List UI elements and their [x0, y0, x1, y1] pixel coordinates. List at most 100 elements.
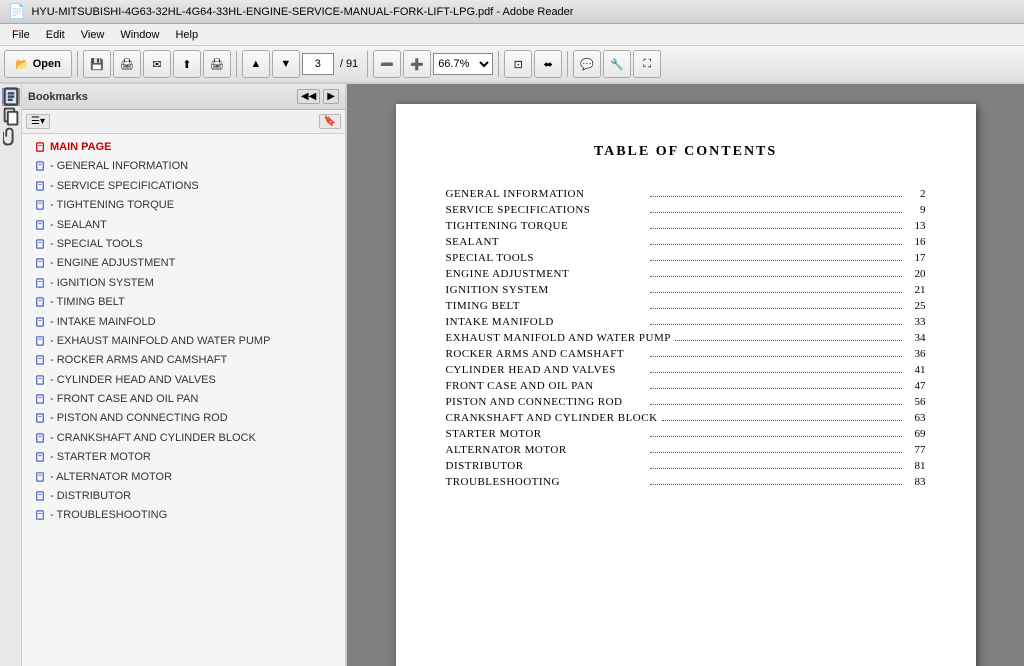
bookmark-label: - TIGHTENING TORQUE — [50, 198, 174, 213]
bookmarks-title: Bookmarks — [28, 91, 88, 103]
bookmark-label: - INTAKE MAINFOLD — [50, 315, 156, 330]
menu-window[interactable]: Window — [112, 27, 167, 43]
toc-dots — [650, 388, 902, 389]
bookmark-icon — [34, 471, 46, 483]
fullscreen-button[interactable]: ⛶ — [633, 50, 661, 78]
bookmark-item[interactable]: - CYLINDER HEAD AND VALVES — [22, 371, 345, 390]
separator-2 — [236, 51, 237, 77]
bookmark-label: - CRANKSHAFT AND CYLINDER BLOCK — [50, 431, 256, 446]
toc-entry: DISTRIBUTOR81 — [446, 460, 926, 472]
bookmark-item[interactable]: - IGNITION SYSTEM — [22, 274, 345, 293]
bookmark-item[interactable]: - TIGHTENING TORQUE — [22, 196, 345, 215]
toc-page-number: 47 — [906, 380, 926, 392]
toc-dots — [650, 324, 902, 325]
toc-dots — [650, 484, 902, 485]
bookmark-item[interactable]: - PISTON AND CONNECTING ROD — [22, 409, 345, 428]
bookmarks-panel: Bookmarks ◀◀ ▶ ☰▾ 🔖 MAIN PAGE - GENERAL I… — [22, 84, 347, 666]
toc-entries: GENERAL INFORMATION2SERVICE SPECIFICATIO… — [446, 188, 926, 488]
find-button[interactable]: 💬 — [573, 50, 601, 78]
menu-help[interactable]: Help — [167, 27, 206, 43]
side-icons-panel — [0, 84, 22, 666]
save-button[interactable]: 💾 — [83, 50, 111, 78]
bookmark-label: - TROUBLESHOOTING — [50, 508, 167, 523]
bookmark-item[interactable]: - FRONT CASE AND OIL PAN — [22, 390, 345, 409]
bookmark-item[interactable]: - DISTRIBUTOR — [22, 487, 345, 506]
toc-dots — [650, 196, 902, 197]
fit-page-button[interactable]: ⊡ — [504, 50, 532, 78]
zoom-out-button[interactable]: ➖ — [373, 50, 401, 78]
bookmark-item[interactable]: - SPECIAL TOOLS — [22, 235, 345, 254]
collapse-panel-button[interactable]: ◀◀ — [297, 89, 320, 104]
toc-entry: FRONT CASE AND OIL PAN47 — [446, 380, 926, 392]
toc-page-number: 16 — [906, 236, 926, 248]
toc-title: TABLE OF CONTENTS — [446, 144, 926, 160]
toc-dots — [650, 228, 902, 229]
bookmark-label: MAIN PAGE — [50, 140, 112, 155]
toc-entry-label: PISTON AND CONNECTING ROD — [446, 396, 646, 408]
toc-dots — [650, 452, 902, 453]
print-setup-button[interactable]: 🖨 — [113, 50, 141, 78]
fit-width-button[interactable]: ⬌ — [534, 50, 562, 78]
bookmark-item[interactable]: - ENGINE ADJUSTMENT — [22, 254, 345, 273]
bookmark-item[interactable]: - SERVICE SPECIFICATIONS — [22, 177, 345, 196]
menu-bar: File Edit View Window Help — [0, 24, 1024, 46]
bookmark-item[interactable]: - INTAKE MAINFOLD — [22, 313, 345, 332]
sidebar-toggle-attachments[interactable] — [2, 128, 20, 146]
print-button[interactable]: 🖨 — [203, 50, 231, 78]
bookmark-label: - CYLINDER HEAD AND VALVES — [50, 373, 216, 388]
bookmark-item[interactable]: - TROUBLESHOOTING — [22, 506, 345, 525]
page-input[interactable] — [302, 53, 334, 75]
bookmark-item[interactable]: - ALTERNATOR MOTOR — [22, 468, 345, 487]
toc-entry: TROUBLESHOOTING83 — [446, 476, 926, 488]
bookmark-item[interactable]: MAIN PAGE — [22, 138, 345, 157]
prev-page-button[interactable]: ▲ — [242, 50, 270, 78]
bookmark-item[interactable]: - SEALANT — [22, 216, 345, 235]
menu-view[interactable]: View — [73, 27, 113, 43]
new-bookmark-button[interactable]: 🔖 — [319, 114, 341, 129]
toc-page-number: 9 — [906, 204, 926, 216]
toc-page-number: 21 — [906, 284, 926, 296]
menu-file[interactable]: File — [4, 27, 38, 43]
folder-icon: 📂 — [15, 58, 29, 71]
bookmark-icon — [34, 141, 46, 153]
sidebar-toggle-pages[interactable] — [2, 108, 20, 126]
toc-page-number: 41 — [906, 364, 926, 376]
bookmark-item[interactable]: - EXHAUST MAINFOLD AND WATER PUMP — [22, 332, 345, 351]
toc-dots — [650, 212, 902, 213]
toc-entry-label: TIMING BELT — [446, 300, 646, 312]
bookmark-item[interactable]: - TIMING BELT — [22, 293, 345, 312]
bookmark-label: - GENERAL INFORMATION — [50, 159, 188, 174]
bookmark-icon — [34, 451, 46, 463]
bookmark-label: - SPECIAL TOOLS — [50, 237, 143, 252]
toc-entry-label: EXHAUST MANIFOLD AND WATER PUMP — [446, 332, 671, 344]
toc-dots — [650, 468, 902, 469]
bookmark-item[interactable]: - CRANKSHAFT AND CYLINDER BLOCK — [22, 429, 345, 448]
bookmark-icon — [34, 160, 46, 172]
zoom-select[interactable]: 66.7% 50% 75% 100% 125% 150% — [433, 53, 493, 75]
bookmark-label: - SERVICE SPECIFICATIONS — [50, 179, 199, 194]
open-button[interactable]: 📂 Open — [4, 50, 72, 78]
pdf-page: TABLE OF CONTENTS GENERAL INFORMATION2SE… — [396, 104, 976, 666]
bookmark-item[interactable]: - ROCKER ARMS AND CAMSHAFT — [22, 351, 345, 370]
next-page-button[interactable]: ▼ — [272, 50, 300, 78]
expand-panel-button[interactable]: ▶ — [323, 89, 339, 104]
toc-page-number: 69 — [906, 428, 926, 440]
bookmark-icon — [34, 432, 46, 444]
bookmark-menu-button[interactable]: ☰▾ — [26, 114, 50, 129]
email-button[interactable]: ✉ — [143, 50, 171, 78]
sidebar-toggle-bookmarks[interactable] — [2, 88, 20, 106]
bookmark-icon — [34, 180, 46, 192]
open-label: Open — [33, 58, 61, 70]
zoom-in-button[interactable]: ➕ — [403, 50, 431, 78]
toc-entry: ROCKER ARMS AND CAMSHAFT36 — [446, 348, 926, 360]
upload-button[interactable]: ⬆ — [173, 50, 201, 78]
bookmark-item[interactable]: - STARTER MOTOR — [22, 448, 345, 467]
menu-edit[interactable]: Edit — [38, 27, 73, 43]
bookmark-item[interactable]: - GENERAL INFORMATION — [22, 157, 345, 176]
tools-button[interactable]: 🔧 — [603, 50, 631, 78]
content-area[interactable]: TABLE OF CONTENTS GENERAL INFORMATION2SE… — [347, 84, 1024, 666]
toc-entry: SERVICE SPECIFICATIONS9 — [446, 204, 926, 216]
separator-1 — [77, 51, 78, 77]
bookmark-label: - PISTON AND CONNECTING ROD — [50, 411, 228, 426]
toc-dots — [675, 340, 902, 341]
